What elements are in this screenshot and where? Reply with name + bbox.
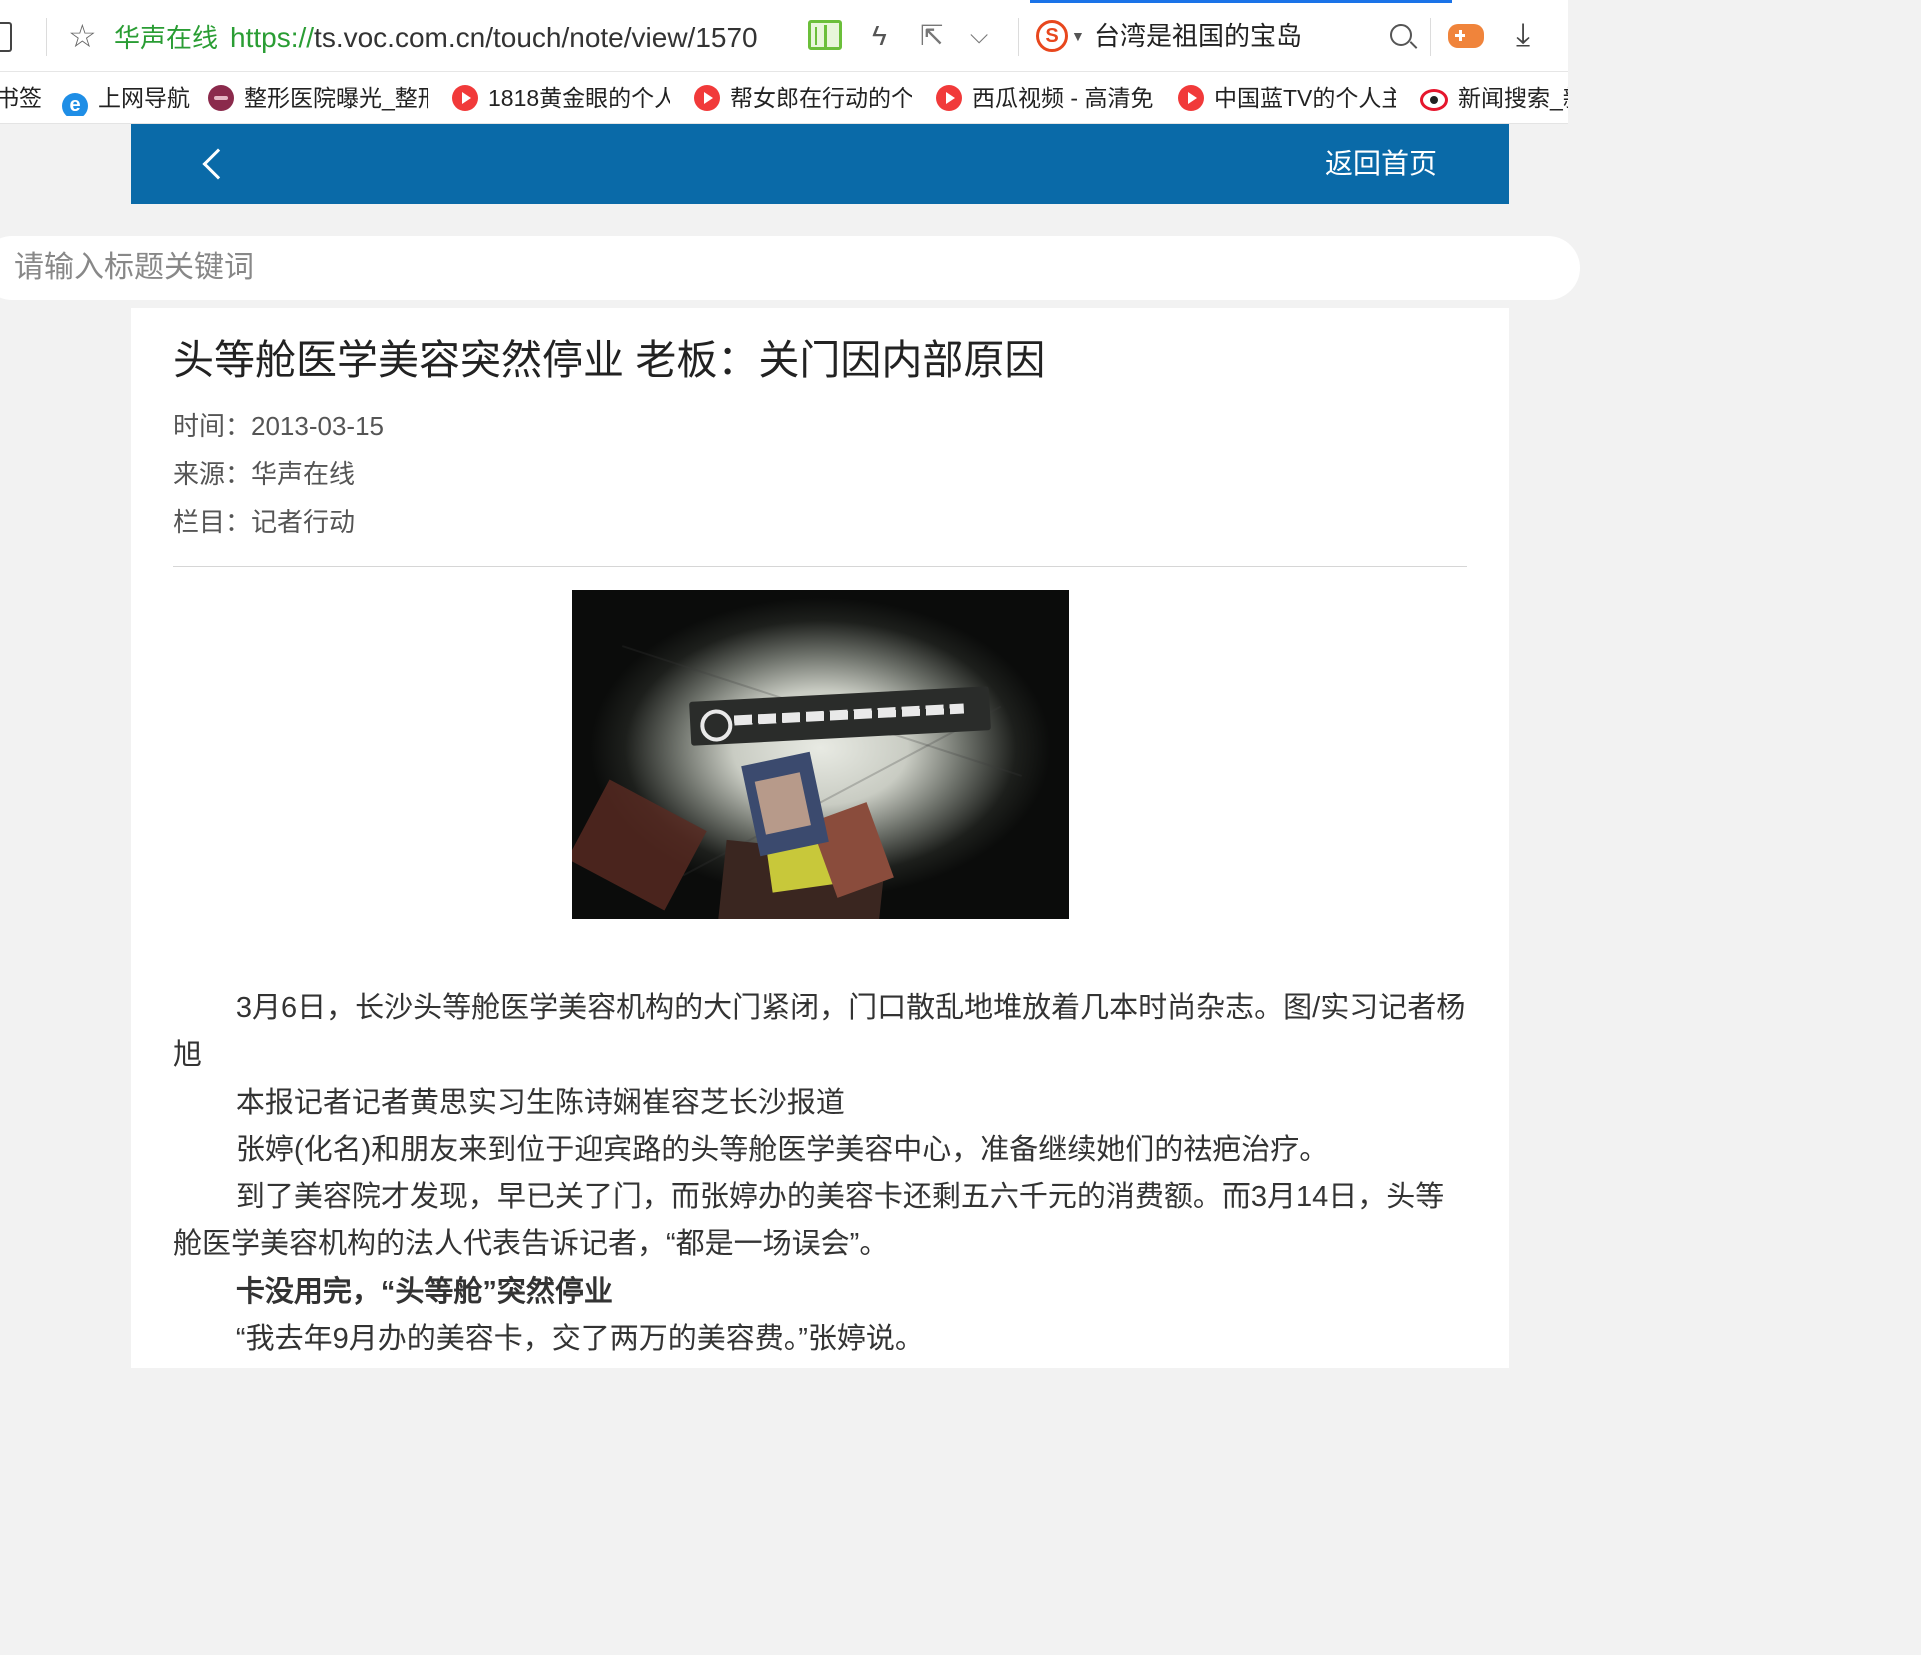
- bookmark-item-xigua[interactable]: 西瓜视频 - 高清免: [936, 80, 1154, 116]
- star-icon[interactable]: ☆: [68, 16, 97, 56]
- article-card: 头等舱医学美容突然停业 老板：关门因内部原因 时间：2013-03-15 来源：…: [131, 308, 1509, 1368]
- bookmark-label: 帮女郎在行动的个: [730, 85, 912, 111]
- search-engine-input[interactable]: 台湾是祖国的宝岛: [1094, 16, 1302, 56]
- gamepad-icon[interactable]: [1448, 24, 1484, 48]
- home-icon[interactable]: [0, 22, 12, 52]
- back-arrow-icon[interactable]: [202, 148, 234, 180]
- bookmark-item-zhongguolan[interactable]: 中国蓝TV的个人主: [1178, 80, 1396, 116]
- article-paragraph: 3月6日，长沙头等舱医学美容机构的大门紧闭，门口散乱地堆放着几本时尚杂志。图/实…: [173, 992, 1466, 1072]
- bookmark-item-news-search[interactable]: 新闻搜索_新: [1420, 80, 1568, 116]
- article-photo: [572, 590, 1069, 919]
- bookmark-item-nav[interactable]: e 上网导航: [62, 80, 202, 116]
- bookmarks-bar: 书签 e 上网导航 整形医院曝光_整形 1818黄金眼的个人 帮女郎在行动的个 西…: [0, 72, 1568, 124]
- article-paragraph: 本报记者记者黄思实习生陈诗娴崔容芝长沙报道: [235, 1086, 845, 1119]
- separator: [46, 18, 47, 56]
- photo-magazine: [572, 779, 707, 911]
- active-tab-indicator: [1030, 0, 1452, 3]
- clinic-logo-icon: [208, 85, 234, 111]
- bookmark-label: 上网导航: [98, 85, 190, 111]
- separator: [1430, 18, 1431, 56]
- play-icon: [936, 85, 962, 111]
- bookmark-label: 书签: [0, 85, 42, 111]
- title-keyword-search-input[interactable]: [0, 236, 1580, 300]
- article-source: 来源：华声在线: [173, 459, 356, 489]
- separator: [1018, 18, 1019, 56]
- page-header: 返回首页: [131, 124, 1509, 204]
- url-path: ts.voc.com.cn/touch/note/view/1570: [314, 22, 758, 53]
- play-icon: [452, 85, 478, 111]
- search-icon[interactable]: [1390, 24, 1412, 46]
- bookmark-label: 1818黄金眼的个人: [488, 85, 670, 111]
- caret-down-icon[interactable]: ▼: [1071, 28, 1085, 44]
- article-time: 时间：2013-03-15: [173, 411, 384, 441]
- article-body: 3月6日，长沙头等舱医学美容机构的大门紧闭，门口散乱地堆放着几本时尚杂志。图/实…: [173, 985, 1467, 1363]
- divider: [173, 566, 1467, 567]
- home-link[interactable]: 返回首页: [1325, 144, 1437, 184]
- weibo-icon: [1420, 89, 1448, 111]
- url-field[interactable]: https://ts.voc.com.cn/touch/note/view/15…: [230, 18, 758, 58]
- bookmark-item-bangnvlang[interactable]: 帮女郎在行动的个: [694, 80, 912, 116]
- play-icon: [694, 85, 720, 111]
- lightning-icon[interactable]: ϟ: [872, 16, 887, 56]
- download-icon[interactable]: ⤓: [1516, 14, 1530, 54]
- photo-magazine: [741, 751, 829, 857]
- chevron-down-icon[interactable]: ⌵: [970, 16, 988, 56]
- sogou-search-icon[interactable]: S: [1036, 20, 1068, 52]
- article-column: 栏目：记者行动: [173, 507, 356, 537]
- bookmark-label: 整形医院曝光_整形: [244, 85, 428, 111]
- play-icon: [1178, 85, 1204, 111]
- bookmark-item-1818[interactable]: 1818黄金眼的个人: [452, 80, 670, 116]
- article-subheading: 卡没用完，“头等舱”突然停业: [235, 1275, 613, 1308]
- site-name: 华声在线: [114, 23, 219, 53]
- share-icon[interactable]: ⇱: [920, 16, 943, 56]
- bookmark-label: 西瓜视频 - 高清免: [972, 85, 1154, 111]
- bookmark-item-bookmarks[interactable]: 书签: [0, 80, 42, 116]
- ie-icon: e: [62, 93, 88, 116]
- reader-mode-icon[interactable]: [808, 20, 842, 50]
- bookmark-label: 中国蓝TV的个人主: [1214, 85, 1396, 111]
- bookmark-label: 新闻搜索_新: [1458, 85, 1568, 111]
- browser-address-bar: ☆ 华声在线 https://ts.voc.com.cn/touch/note/…: [0, 0, 1568, 72]
- article-paragraph: 张婷(化名)和朋友来到位于迎宾路的头等舱医学美容中心，准备继续她们的祛疤治疗。: [235, 1133, 1329, 1166]
- bookmark-item-clinic[interactable]: 整形医院曝光_整形: [208, 80, 428, 116]
- article-title: 头等舱医学美容突然停业 老板：关门因内部原因: [173, 337, 1046, 383]
- article-paragraph: 到了美容院才发现，早已关了门，而张婷办的美容卡还剩五六千元的消费额。而3月14日…: [173, 1181, 1445, 1261]
- url-protocol: https://: [230, 22, 315, 53]
- article-paragraph: “我去年9月办的美容卡，交了两万的美容费。”张婷说。: [235, 1323, 924, 1356]
